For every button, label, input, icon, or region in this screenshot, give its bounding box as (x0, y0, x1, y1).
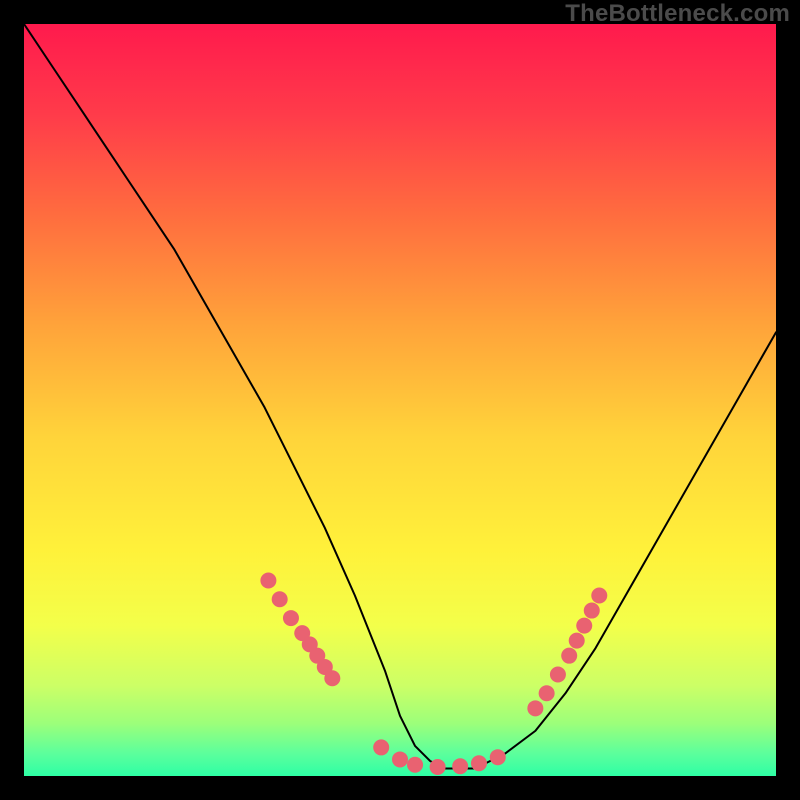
chart-svg (24, 24, 776, 776)
marker-dot (584, 603, 600, 619)
marker-dot (550, 666, 566, 682)
marker-dot (407, 757, 423, 773)
marker-dot (373, 739, 389, 755)
plot-area (24, 24, 776, 776)
gradient-background (24, 24, 776, 776)
marker-dot (539, 685, 555, 701)
marker-dot (452, 758, 468, 774)
marker-dot (283, 610, 299, 626)
marker-dot (471, 755, 487, 771)
marker-dot (324, 670, 340, 686)
marker-dot (527, 700, 543, 716)
marker-dot (272, 591, 288, 607)
chart-canvas: TheBottleneck.com (0, 0, 800, 800)
marker-dot (576, 618, 592, 634)
marker-dot (561, 648, 577, 664)
marker-dot (392, 751, 408, 767)
marker-dot (430, 759, 446, 775)
marker-dot (569, 633, 585, 649)
marker-dot (591, 588, 607, 604)
marker-dot (490, 749, 506, 765)
marker-dot (260, 572, 276, 588)
